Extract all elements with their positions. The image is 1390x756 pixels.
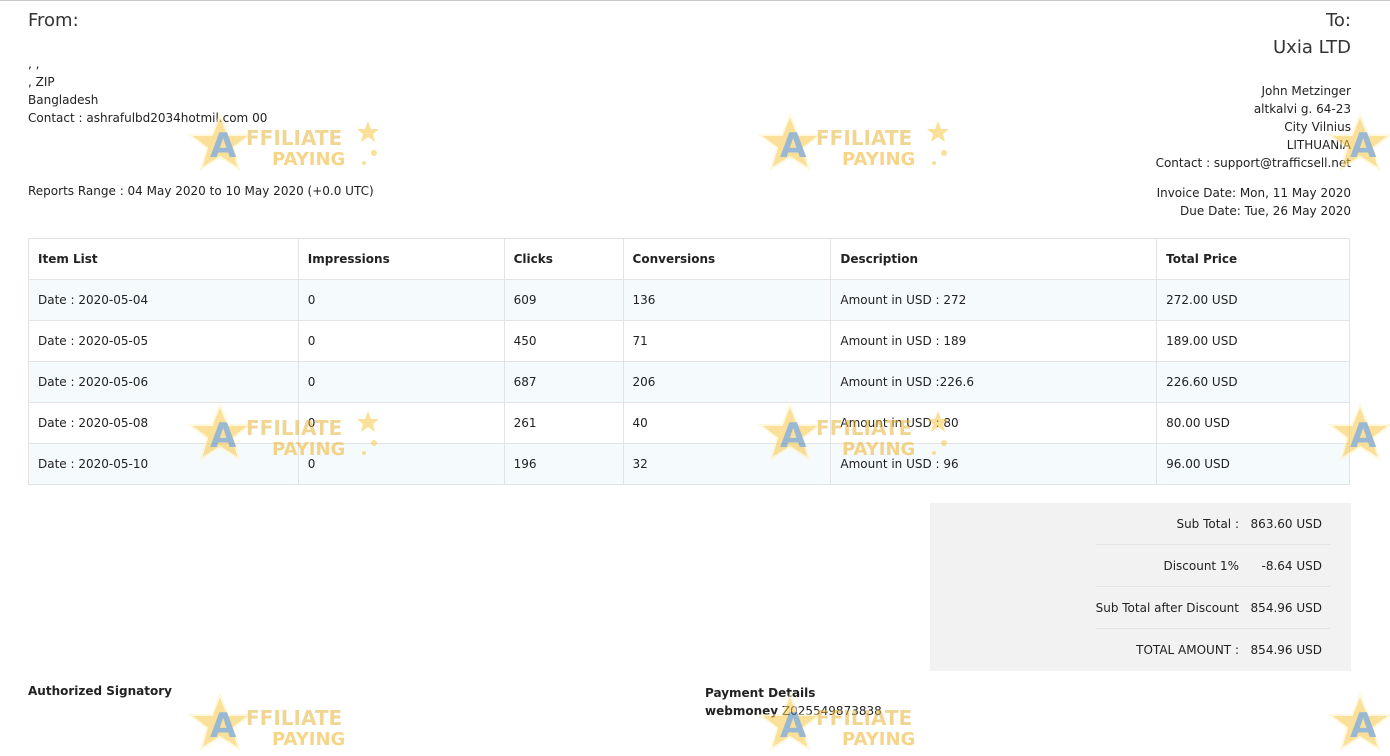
table-cell: Amount in USD : 272	[830, 279, 1158, 321]
svg-text:FFILIATE: FFILIATE	[246, 126, 342, 150]
table-cell: 0	[297, 361, 505, 403]
table-cell: 687	[503, 361, 624, 403]
from-line: Bangladesh	[28, 93, 99, 107]
sub-total-value: 863.60 USD	[1250, 517, 1322, 531]
table-row: Date : 2020-05-06 0 687 206 Amount in US…	[28, 361, 1350, 403]
table-cell: Date : 2020-05-05	[28, 320, 299, 362]
invoice-date: Invoice Date: Mon, 11 May 2020	[1156, 186, 1351, 200]
affiliate-paying-watermark: A FFILIATE PAYING	[758, 112, 949, 172]
payment-method: webmoney	[705, 704, 779, 718]
table-row: Date : 2020-05-10 0 196 32 Amount in USD…	[28, 443, 1350, 485]
to-line: altkalvi g. 64-23	[1253, 102, 1351, 116]
column-header: Item List	[28, 238, 299, 280]
svg-text:FFILIATE: FFILIATE	[246, 706, 342, 730]
invoice-dates: Invoice Date: Mon, 11 May 2020 Due Date:…	[1157, 184, 1351, 220]
discount-label: Discount 1%	[1163, 559, 1239, 573]
table-cell: 0	[297, 320, 505, 362]
table-cell: 206	[622, 361, 832, 403]
svg-text:A: A	[1350, 706, 1377, 746]
authorized-signatory: Authorized Signatory	[28, 684, 172, 698]
sub-total-row: Sub Total : 863.60 USD	[1096, 503, 1330, 545]
discount-value: -8.64 USD	[1261, 559, 1322, 573]
from-line: , ,	[28, 57, 40, 71]
table-cell: 0	[297, 402, 505, 444]
table-cell: Amount in USD : 96	[830, 443, 1158, 485]
after-discount-value: 854.96 USD	[1250, 601, 1322, 615]
table-cell: 0	[297, 279, 505, 321]
svg-text:PAYING: PAYING	[272, 729, 345, 750]
total-amount-value: 854.96 USD	[1250, 643, 1322, 657]
table-cell: 189.00 USD	[1156, 320, 1350, 362]
to-company: Uxia LTD	[1273, 37, 1351, 58]
to-line: John Metzinger	[1261, 84, 1351, 98]
table-cell: 272.00 USD	[1156, 279, 1350, 321]
table-row: Date : 2020-05-05 0 450 71 Amount in USD…	[28, 320, 1350, 362]
payment-title: Payment Details	[705, 686, 816, 700]
column-header: Clicks	[503, 238, 624, 280]
table-cell: 261	[503, 402, 624, 444]
table-cell: 0	[297, 443, 505, 485]
svg-text:PAYING: PAYING	[272, 149, 345, 170]
payment-account: Z025549873838	[781, 704, 882, 718]
table-row: Date : 2020-05-04 0 609 136 Amount in US…	[28, 279, 1350, 321]
svg-text:FFILIATE: FFILIATE	[816, 126, 912, 150]
table-cell: 196	[503, 443, 624, 485]
after-discount-row: Sub Total after Discount 854.96 USD	[1096, 587, 1330, 629]
total-amount-label: TOTAL AMOUNT :	[1136, 643, 1239, 657]
table-cell: Amount in USD :226.6	[830, 361, 1158, 403]
table-header-row: Item List Impressions Clicks Conversions…	[28, 238, 1350, 280]
table-cell: 226.60 USD	[1156, 361, 1350, 403]
table-cell: 40	[622, 402, 832, 444]
affiliate-paying-watermark: A	[1328, 692, 1390, 752]
table-cell: 609	[503, 279, 624, 321]
to-line: City Vilnius	[1284, 120, 1351, 134]
table-cell: 136	[622, 279, 832, 321]
discount-row: Discount 1% -8.64 USD	[1096, 545, 1330, 587]
table-cell: 80.00 USD	[1156, 402, 1350, 444]
svg-text:A: A	[210, 706, 237, 746]
from-title: From:	[28, 10, 79, 31]
table-cell: 32	[622, 443, 832, 485]
table-cell: Amount in USD : 189	[830, 320, 1158, 362]
table-row: Date : 2020-05-08 0 261 40 Amount in USD…	[28, 402, 1350, 444]
svg-text:PAYING: PAYING	[842, 149, 915, 170]
to-title: To:	[1325, 10, 1351, 31]
reports-range: Reports Range : 04 May 2020 to 10 May 20…	[28, 184, 374, 198]
table-cell: 96.00 USD	[1156, 443, 1350, 485]
table-cell: Date : 2020-05-04	[28, 279, 299, 321]
table-cell: 71	[622, 320, 832, 362]
invoice-page: From: , , , ZIP Bangladesh Contact : ash…	[0, 0, 1390, 756]
affiliate-paying-watermark: A FFILIATE PAYING	[188, 692, 345, 752]
table-cell: Date : 2020-05-08	[28, 402, 299, 444]
svg-text:A: A	[780, 126, 807, 166]
svg-text:PAYING: PAYING	[842, 729, 915, 750]
svg-text:A: A	[1350, 126, 1377, 166]
column-header: Description	[830, 238, 1158, 280]
table-cell: 450	[503, 320, 624, 362]
table-cell: Amount in USD : 80	[830, 402, 1158, 444]
payment-details: Payment Details webmoney Z025549873838	[705, 684, 882, 720]
table-cell: Date : 2020-05-06	[28, 361, 299, 403]
from-contact: Contact : ashrafulbd2034hotmil.com 00	[28, 111, 268, 125]
to-contact: Contact : support@trafficsell.net	[1155, 156, 1351, 170]
svg-text:A: A	[1350, 416, 1377, 456]
total-amount-row: TOTAL AMOUNT : 854.96 USD	[1096, 629, 1330, 671]
due-date: Due Date: Tue, 26 May 2020	[1180, 204, 1351, 218]
table-cell: Date : 2020-05-10	[28, 443, 299, 485]
totals-panel: Sub Total : 863.60 USD Discount 1% -8.64…	[930, 503, 1351, 671]
from-address: , , , ZIP Bangladesh Contact : ashrafulb…	[28, 55, 267, 127]
after-discount-label: Sub Total after Discount	[1095, 601, 1239, 615]
column-header: Total Price	[1156, 238, 1350, 280]
items-table: Item List Impressions Clicks Conversions…	[28, 238, 1350, 485]
to-address: John Metzinger altkalvi g. 64-23 City Vi…	[1156, 82, 1351, 172]
column-header: Conversions	[622, 238, 832, 280]
sub-total-label: Sub Total :	[1176, 517, 1239, 531]
from-line: , ZIP	[28, 75, 55, 89]
svg-text:A: A	[210, 126, 237, 166]
to-line: LITHUANIA	[1286, 138, 1351, 152]
column-header: Impressions	[297, 238, 505, 280]
